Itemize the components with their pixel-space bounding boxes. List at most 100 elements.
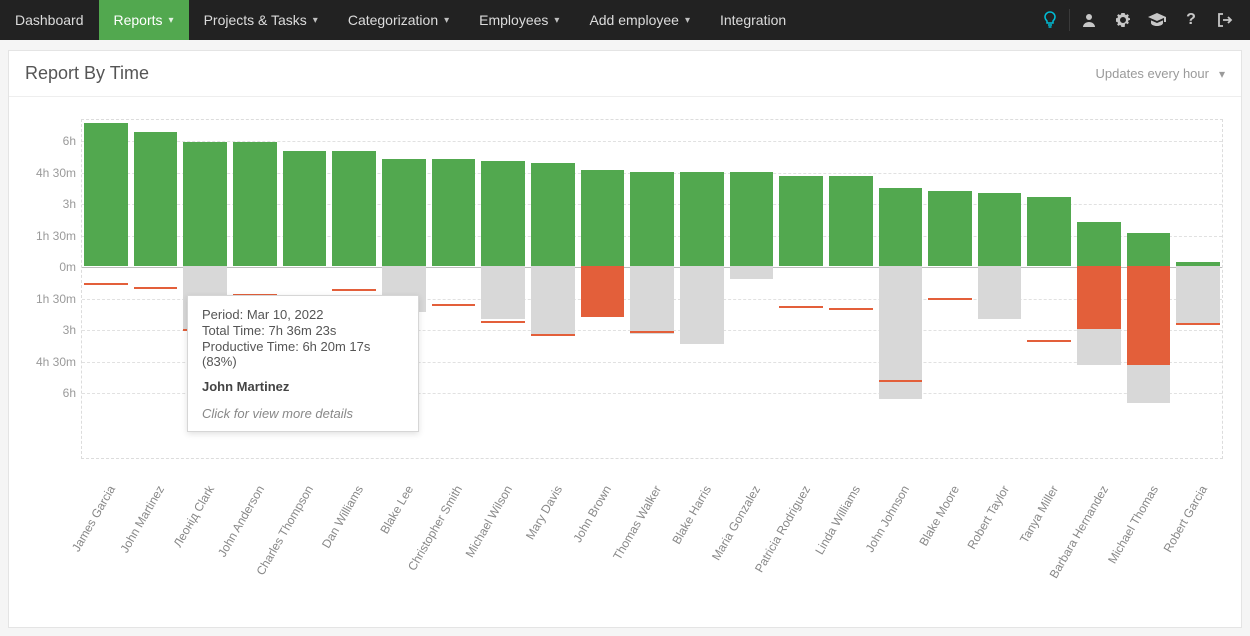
lightbulb-icon[interactable] [1033, 11, 1067, 29]
chevron-down-icon: ▾ [313, 15, 318, 26]
productive-bar [183, 142, 227, 266]
nav-item-projects-tasks[interactable]: Projects & Tasks▾ [189, 0, 333, 40]
x-tick-label: James Garcia [69, 483, 118, 554]
productive-bar [332, 151, 376, 267]
graduation-cap-icon[interactable] [1140, 13, 1174, 27]
unproductive-marker [332, 289, 376, 291]
unproductive-marker [1027, 340, 1071, 342]
bar-column[interactable] [928, 119, 972, 459]
productive-bar [1127, 233, 1171, 267]
bar-column[interactable] [879, 119, 923, 459]
unproductive-marker [630, 331, 674, 333]
nav-item-employees[interactable]: Employees▾ [464, 0, 574, 40]
nav-separator [1069, 9, 1070, 31]
panel-header: Report By Time Updates every hour ▾ [9, 51, 1241, 97]
other-bar [481, 266, 525, 319]
productive-bar [134, 132, 178, 267]
other-bar [1176, 266, 1220, 325]
productive-bar [978, 193, 1022, 267]
productive-bar [879, 188, 923, 266]
chevron-down-icon: ▾ [554, 15, 559, 26]
unproductive-marker [134, 287, 178, 289]
other-bar [978, 266, 1022, 319]
productive-bar [531, 163, 575, 266]
unproductive-marker [84, 283, 128, 285]
productive-bar [382, 159, 426, 266]
gear-icon[interactable] [1106, 12, 1140, 28]
updates-label: Updates every hour [1096, 66, 1209, 81]
unproductive-marker [779, 306, 823, 308]
productive-bar [779, 176, 823, 266]
bar-column[interactable] [680, 119, 724, 459]
bar-column[interactable] [481, 119, 525, 459]
logout-icon[interactable] [1208, 12, 1242, 28]
unproductive-marker [928, 298, 972, 300]
productive-bar [84, 123, 128, 266]
chevron-down-icon: ▾ [1219, 67, 1225, 81]
chevron-down-icon: ▾ [444, 15, 449, 26]
bar-column[interactable] [730, 119, 774, 459]
chart-tooltip[interactable]: Period: Mar 10, 2022 Total Time: 7h 36m … [187, 295, 419, 432]
y-tick: 0m [22, 260, 76, 274]
bar-column[interactable] [134, 119, 178, 459]
nav-item-integration[interactable]: Integration [705, 0, 801, 40]
bar-column[interactable] [630, 119, 674, 459]
bar-column[interactable] [978, 119, 1022, 459]
bar-column[interactable] [84, 119, 128, 459]
bar-column[interactable] [581, 119, 625, 459]
productive-bar [1077, 222, 1121, 266]
unproductive-marker [829, 308, 873, 310]
nav-item-reports[interactable]: Reports▾ [99, 0, 189, 40]
bar-column[interactable] [829, 119, 873, 459]
bar-column[interactable] [1077, 119, 1121, 459]
y-tick: 1h 30m [22, 229, 76, 243]
updates-note[interactable]: Updates every hour ▾ [1096, 66, 1225, 81]
productive-bar [730, 172, 774, 267]
y-tick: 3h [22, 197, 76, 211]
unproductive-marker [432, 304, 476, 306]
tooltip-period: Period: Mar 10, 2022 [202, 307, 404, 322]
productive-bar [829, 176, 873, 266]
top-nav: DashboardReports▾Projects & Tasks▾Catego… [0, 0, 1250, 40]
other-bar [680, 266, 724, 344]
bar-column[interactable] [432, 119, 476, 459]
bar-column[interactable] [531, 119, 575, 459]
user-icon[interactable] [1072, 12, 1106, 28]
chart-x-labels: James GarciaJohn MartinezЛеонід ClarkJoh… [81, 477, 1223, 636]
help-icon[interactable]: ? [1174, 11, 1208, 29]
tooltip-employee: John Martinez [202, 379, 404, 394]
tooltip-cta: Click for view more details [202, 406, 404, 421]
y-tick: 6h [22, 386, 76, 400]
nav-item-add-employee[interactable]: Add employee▾ [574, 0, 705, 40]
chevron-down-icon: ▾ [169, 15, 174, 26]
tooltip-productive: Productive Time: 6h 20m 17s (83%) [202, 339, 404, 369]
bar-column[interactable] [1176, 119, 1220, 459]
nav-item-dashboard[interactable]: Dashboard [0, 0, 99, 40]
productive-bar [283, 151, 327, 267]
productive-bar [680, 172, 724, 267]
other-bar [630, 266, 674, 333]
time-chart[interactable]: 0m1h 30m3h4h 30m6h1h 30m3h4h 30m6h James… [9, 97, 1241, 627]
productive-bar [481, 161, 525, 266]
chevron-down-icon: ▾ [685, 15, 690, 26]
bar-column[interactable] [779, 119, 823, 459]
nav-item-categorization[interactable]: Categorization▾ [333, 0, 464, 40]
unproductive-marker [879, 380, 923, 382]
y-tick: 1h 30m [22, 292, 76, 306]
productive-bar [432, 159, 476, 266]
tooltip-total: Total Time: 7h 36m 23s [202, 323, 404, 338]
productive-bar [630, 172, 674, 267]
bar-column[interactable] [1027, 119, 1071, 459]
bar-column[interactable] [1127, 119, 1171, 459]
unproductive-marker [1176, 323, 1220, 325]
x-tick-label: Tanya Miller [1017, 483, 1061, 545]
y-tick: 4h 30m [22, 355, 76, 369]
report-panel: Report By Time Updates every hour ▾ 0m 1h… [8, 50, 1242, 628]
page-title: Report By Time [25, 63, 149, 84]
x-tick-label: Blake Lee [377, 483, 416, 536]
other-bar [730, 266, 774, 279]
unproductive-bar [581, 266, 625, 316]
productive-bar [581, 170, 625, 267]
y-tick: 4h 30m [22, 166, 76, 180]
unproductive-marker [531, 334, 575, 336]
